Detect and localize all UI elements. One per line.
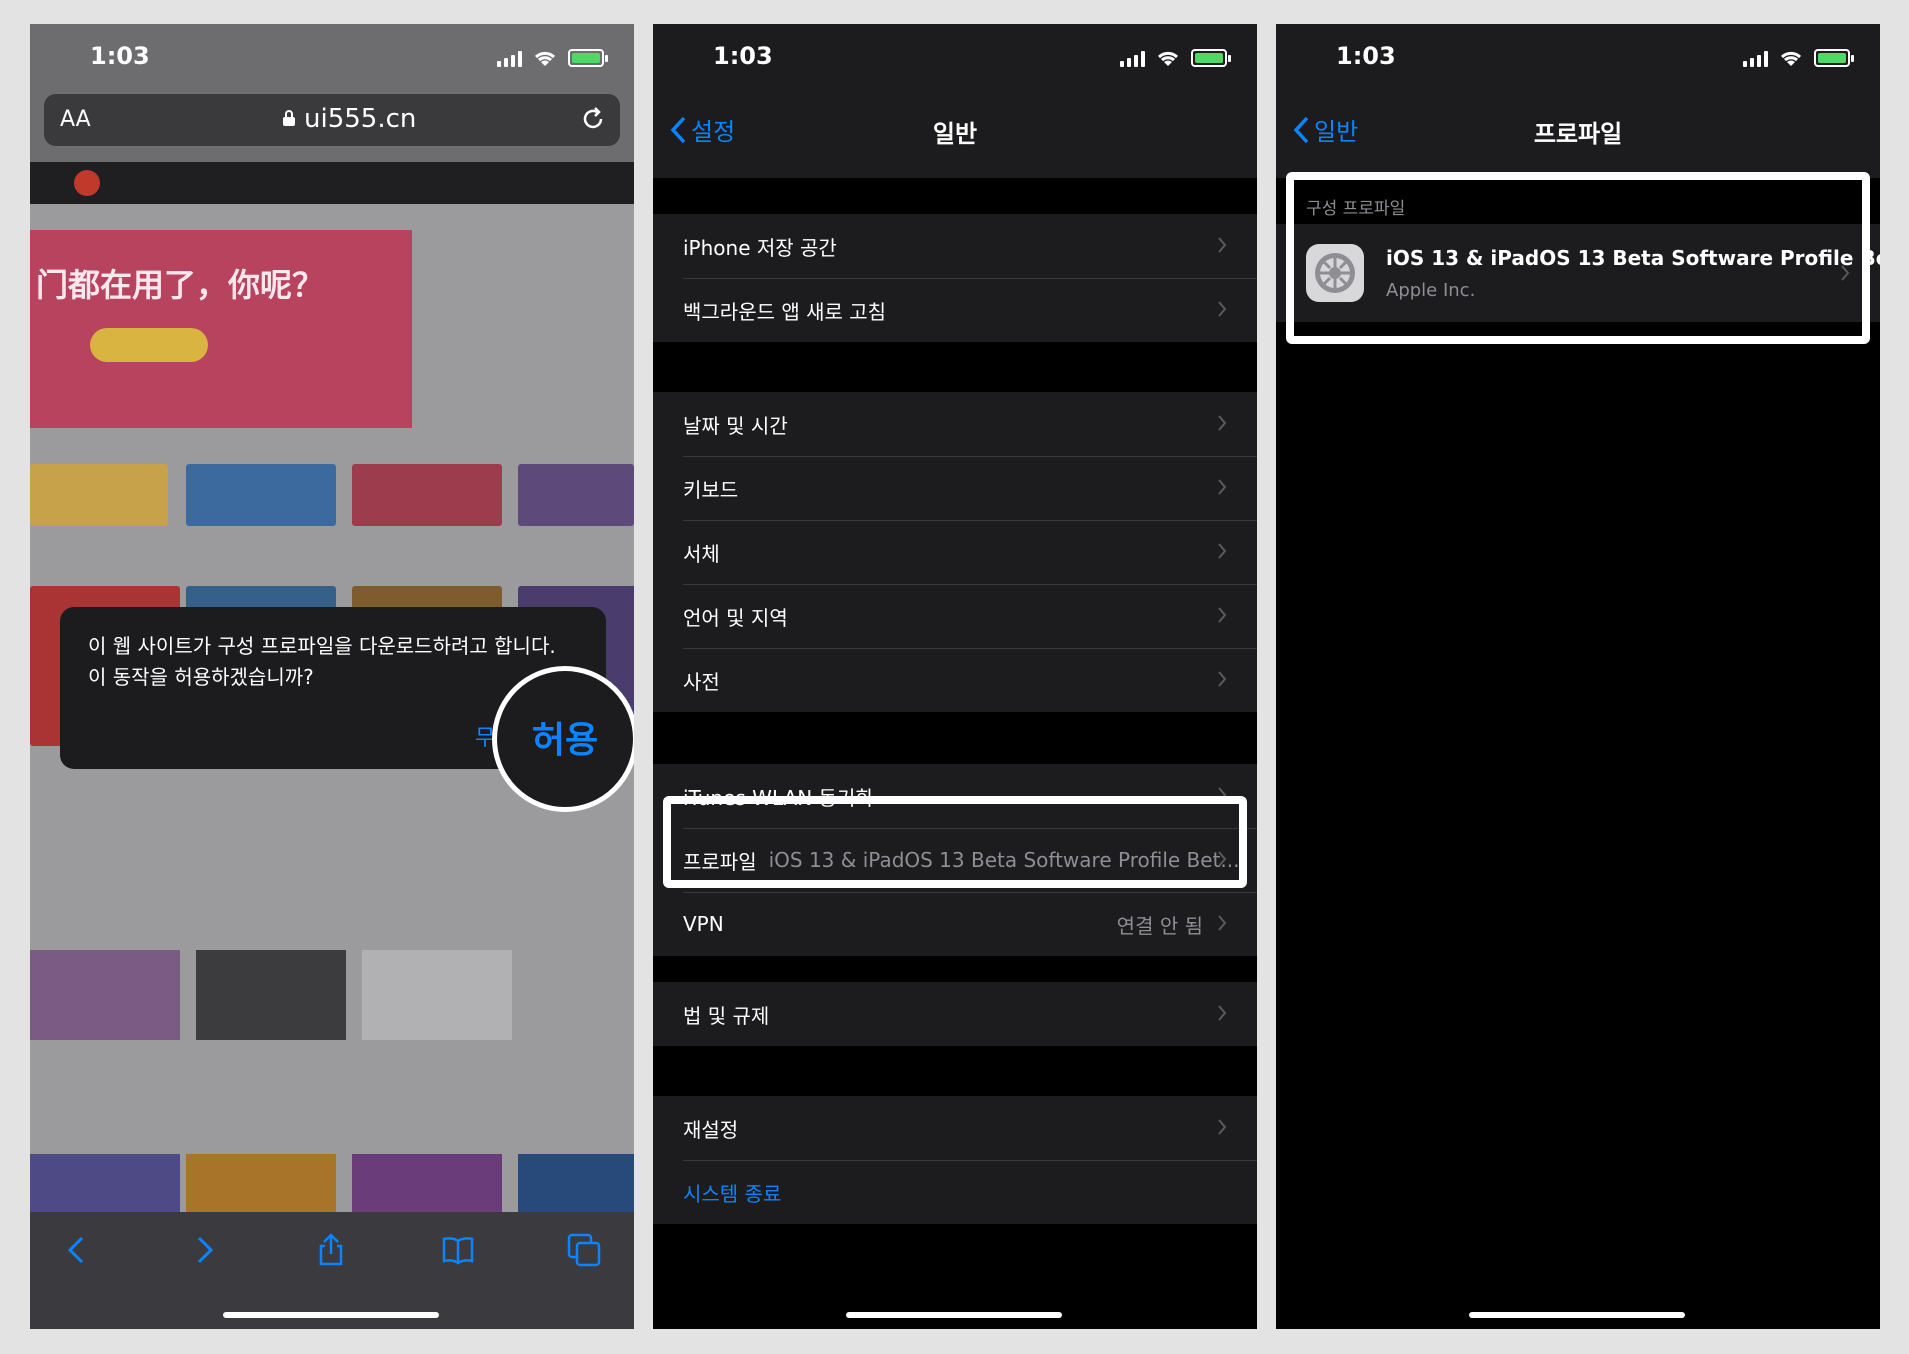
profile-screen: 1:03 일반 프로파일 구성 프로파일 iOS 13 & iPadOS 13 … xyxy=(1276,24,1880,1329)
row-label: 백그라운드 앱 새로 고침 xyxy=(683,299,887,324)
profile-section-highlight xyxy=(1286,172,1870,344)
url-text[interactable]: ui555.cn xyxy=(304,104,416,134)
promo-card[interactable] xyxy=(30,464,168,526)
row-label: 날짜 및 시간 xyxy=(683,413,788,438)
row-shutdown[interactable]: 시스템 종료 xyxy=(653,1160,1257,1224)
banner-text: 门都在用了，你呢？ xyxy=(36,266,325,304)
row-legal[interactable]: 법 및 규제 xyxy=(653,982,1257,1046)
nav-bar: 일반 프로파일 xyxy=(1276,94,1880,178)
share-icon xyxy=(319,1233,343,1266)
chevron-right-icon xyxy=(197,1236,214,1264)
battery-icon xyxy=(1191,49,1231,67)
status-time: 1:03 xyxy=(1336,42,1396,70)
app-tile[interactable] xyxy=(186,1154,336,1212)
row-label: 법 및 규제 xyxy=(683,1003,770,1028)
profile-row-highlight xyxy=(663,796,1247,888)
app-tile[interactable] xyxy=(362,950,512,1040)
chevron-right-icon xyxy=(1218,1005,1227,1021)
chevron-right-icon xyxy=(1218,607,1227,623)
wifi-icon xyxy=(1780,51,1802,66)
row-background-refresh[interactable]: 백그라운드 앱 새로 고침 xyxy=(653,278,1257,342)
safari-toolbar xyxy=(30,1212,634,1329)
row-label: 키보드 xyxy=(683,477,739,502)
chevron-right-icon xyxy=(1218,237,1227,253)
home-indicator[interactable] xyxy=(1469,1312,1685,1318)
app-tile[interactable] xyxy=(352,1154,502,1212)
battery-icon xyxy=(568,49,608,67)
tabs-button[interactable] xyxy=(566,1232,602,1268)
bookmarks-button[interactable] xyxy=(440,1232,476,1268)
vpn-status: 연결 안 됨 xyxy=(1116,913,1203,938)
safari-screen: 1:03 AA ui555.cn 门都在用了，你呢？ 이 웹 사이트가 구성 프… xyxy=(30,24,634,1329)
row-language-region[interactable]: 언어 및 지역 xyxy=(653,584,1257,648)
site-logo xyxy=(74,170,100,196)
row-label: VPN xyxy=(683,912,724,936)
settings-group: 재설정 시스템 종료 xyxy=(653,1096,1257,1224)
status-time: 1:03 xyxy=(90,42,150,70)
book-icon xyxy=(442,1237,474,1265)
row-label: iPhone 저장 공간 xyxy=(683,235,837,260)
row-keyboard[interactable]: 키보드 xyxy=(653,456,1257,520)
app-tile[interactable] xyxy=(518,1154,634,1212)
dialog-message: 이 웹 사이트가 구성 프로파일을 다운로드하려고 합니다. 이 동작을 허용하… xyxy=(88,634,556,689)
promo-card[interactable] xyxy=(186,464,336,526)
chevron-right-icon xyxy=(1218,671,1227,687)
chevron-left-icon xyxy=(67,1236,84,1264)
site-nav xyxy=(30,162,634,204)
app-tile[interactable] xyxy=(196,950,346,1040)
wifi-icon xyxy=(534,51,556,66)
reload-icon[interactable] xyxy=(580,106,606,132)
settings-group: 법 및 규제 xyxy=(653,982,1257,1046)
cellular-signal-icon xyxy=(497,49,522,67)
forward-button[interactable] xyxy=(185,1232,221,1268)
row-vpn[interactable]: VPN 연결 안 됨 xyxy=(653,892,1257,956)
page-title: 프로파일 xyxy=(1533,120,1623,148)
reader-mode-button[interactable]: AA xyxy=(60,107,91,132)
row-label: 사전 xyxy=(683,669,720,694)
settings-group: iPhone 저장 공간 백그라운드 앱 새로 고침 xyxy=(653,214,1257,342)
cellular-signal-icon xyxy=(1743,49,1768,67)
share-button[interactable] xyxy=(313,1232,349,1268)
status-bar: 1:03 xyxy=(30,24,634,94)
cellular-signal-icon xyxy=(1120,49,1145,67)
allow-highlight: 허용 xyxy=(492,666,634,812)
row-date-time[interactable]: 날짜 및 시간 xyxy=(653,392,1257,456)
settings-general-screen: 1:03 설정 일반 iPhone 저장 공간 백그라운드 앱 새로 고침 날짜… xyxy=(653,24,1257,1329)
home-indicator[interactable] xyxy=(223,1312,439,1318)
app-tile[interactable] xyxy=(30,950,180,1040)
allow-button[interactable]: 허용 xyxy=(497,711,633,763)
row-label: 시스템 종료 xyxy=(683,1181,782,1206)
page-title: 일반 xyxy=(932,120,978,148)
chevron-right-icon xyxy=(1218,915,1227,931)
row-iphone-storage[interactable]: iPhone 저장 공간 xyxy=(653,214,1257,278)
chevron-right-icon xyxy=(1218,415,1227,431)
url-bar[interactable]: AA ui555.cn xyxy=(44,94,620,146)
row-fonts[interactable]: 서체 xyxy=(653,520,1257,584)
battery-icon xyxy=(1814,49,1854,67)
status-bar: 1:03 xyxy=(653,24,1257,94)
home-indicator[interactable] xyxy=(846,1312,1062,1318)
chevron-right-icon xyxy=(1218,1119,1227,1135)
row-label: 재설정 xyxy=(683,1117,739,1142)
chevron-right-icon xyxy=(1218,479,1227,495)
row-label: 서체 xyxy=(683,541,720,566)
promo-card[interactable] xyxy=(518,464,634,526)
tabs-icon xyxy=(567,1233,601,1267)
row-label: 언어 및 지역 xyxy=(683,605,788,630)
nav-bar: 설정 일반 xyxy=(653,94,1257,178)
wifi-icon xyxy=(1157,51,1179,66)
lock-icon xyxy=(283,110,295,126)
row-reset[interactable]: 재설정 xyxy=(653,1096,1257,1160)
chevron-right-icon xyxy=(1218,543,1227,559)
settings-group: 날짜 및 시간 키보드 서체 언어 및 지역 사전 xyxy=(653,392,1257,712)
chevron-right-icon xyxy=(1218,301,1227,317)
banner-pill xyxy=(90,328,208,362)
back-button[interactable] xyxy=(60,1232,96,1268)
row-dictionary[interactable]: 사전 xyxy=(653,648,1257,712)
status-time: 1:03 xyxy=(713,42,773,70)
app-tile[interactable] xyxy=(30,1154,180,1212)
status-bar: 1:03 xyxy=(1276,24,1880,94)
promo-card[interactable] xyxy=(352,464,502,526)
